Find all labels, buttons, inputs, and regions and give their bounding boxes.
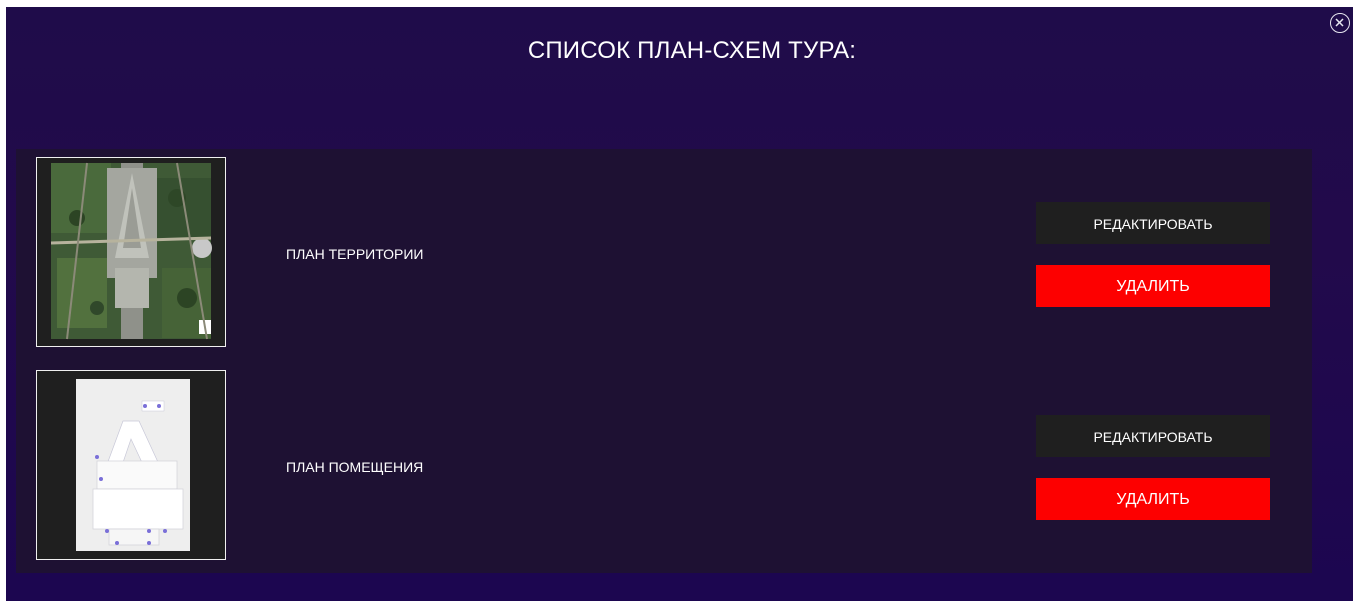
plans-dialog: СПИСОК ПЛАН-СХЕМ ТУРА: ПЛАН ТЕРРИТОРИИ Р… (6, 7, 1353, 601)
edit-button[interactable]: РЕДАКТИРОВАТЬ (1036, 415, 1270, 457)
delete-button[interactable]: УДАЛИТЬ (1036, 265, 1270, 307)
close-icon[interactable] (1330, 13, 1350, 33)
dialog-title: СПИСОК ПЛАН-СХЕМ ТУРА: (527, 37, 857, 64)
edit-button[interactable]: РЕДАКТИРОВАТЬ (1036, 202, 1270, 244)
plan-row-territory: ПЛАН ТЕРРИТОРИИ РЕДАКТИРОВАТЬ УДАЛИТЬ (16, 157, 1312, 349)
delete-button[interactable]: УДАЛИТЬ (1036, 478, 1270, 520)
plans-list: ПЛАН ТЕРРИТОРИИ РЕДАКТИРОВАТЬ УДАЛИТЬ ПЛ… (16, 149, 1312, 573)
plan-name: ПЛАН ТЕРРИТОРИИ (286, 246, 424, 262)
floor-plan-thumbnail[interactable] (36, 370, 226, 560)
plan-row-indoor: ПЛАН ПОМЕЩЕНИЯ РЕДАКТИРОВАТЬ УДАЛИТЬ (16, 370, 1312, 562)
plan-name: ПЛАН ПОМЕЩЕНИЯ (286, 459, 424, 475)
satellite-map-thumbnail[interactable] (36, 157, 226, 347)
